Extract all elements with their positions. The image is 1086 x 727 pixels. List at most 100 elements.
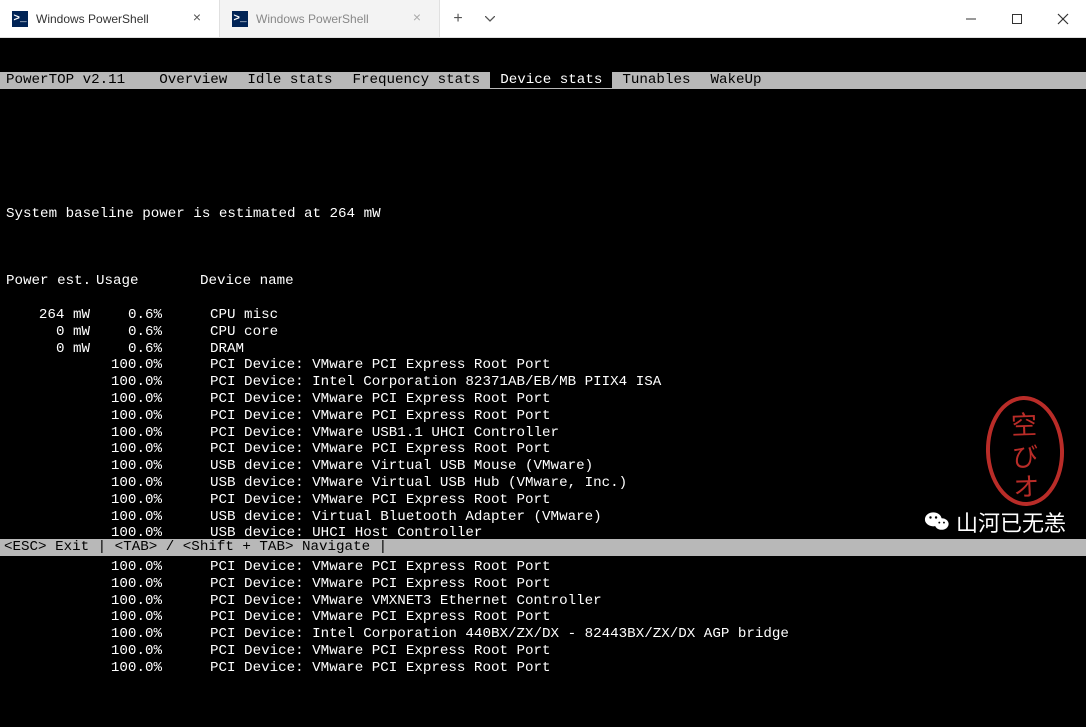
powertop-menu-wakeup[interactable]: WakeUp: [700, 72, 771, 89]
cell-power: [6, 660, 96, 677]
cell-power: [6, 509, 96, 526]
cell-power: [6, 357, 96, 374]
cell-power: [6, 576, 96, 593]
powertop-menu-frequency-stats[interactable]: Frequency stats: [342, 72, 490, 89]
cell-usage: 100.0%: [96, 408, 162, 425]
table-row: 100.0%USB device: Virtual Bluetooth Adap…: [6, 509, 1080, 526]
col-name-header: Device name: [162, 273, 294, 290]
table-row: 100.0%PCI Device: VMware PCI Express Roo…: [6, 357, 1080, 374]
table-row: 100.0%PCI Device: VMware USB1.1 UHCI Con…: [6, 425, 1080, 442]
powershell-icon: >_: [232, 11, 248, 27]
cell-usage: 100.0%: [96, 425, 162, 442]
cell-power: [6, 391, 96, 408]
minimize-button[interactable]: [948, 0, 994, 37]
cell-usage: 100.0%: [96, 357, 162, 374]
close-icon[interactable]: ×: [407, 11, 427, 27]
cell-power: [6, 458, 96, 475]
cell-device-name: PCI Device: VMware PCI Express Root Port: [162, 441, 551, 458]
new-tab-button[interactable]: +: [440, 0, 476, 37]
blank-line: [6, 240, 1080, 257]
cell-power: 264 mW: [6, 307, 96, 324]
cell-usage: 100.0%: [96, 593, 162, 610]
cell-device-name: PCI Device: VMware PCI Express Root Port: [162, 492, 551, 509]
window-titlebar: >_ Windows PowerShell × >_ Windows Power…: [0, 0, 1086, 38]
cell-usage: 100.0%: [96, 559, 162, 576]
powertop-menubar: PowerTOP v2.11 OverviewIdle statsFrequen…: [0, 72, 1086, 89]
table-row: 100.0%PCI Device: Intel Corporation 440B…: [6, 626, 1080, 643]
close-window-button[interactable]: [1040, 0, 1086, 37]
tab-powershell-2[interactable]: >_ Windows PowerShell ×: [220, 0, 440, 37]
cell-power: [6, 425, 96, 442]
cell-device-name: PCI Device: VMware PCI Express Root Port: [162, 357, 551, 374]
powershell-icon: >_: [12, 11, 28, 27]
cell-device-name: USB device: Virtual Bluetooth Adapter (V…: [162, 509, 602, 526]
baseline-text: System baseline power is estimated at 26…: [6, 206, 1080, 223]
table-header: Power est.UsageDevice name: [6, 273, 1080, 290]
cell-usage: 100.0%: [96, 643, 162, 660]
powertop-menu-overview[interactable]: Overview: [149, 72, 237, 89]
powertop-menu-tunables[interactable]: Tunables: [612, 72, 700, 89]
cell-device-name: USB device: VMware Virtual USB Hub (VMwa…: [162, 475, 627, 492]
powertop-menu-device-stats[interactable]: Device stats: [490, 72, 612, 89]
cell-device-name: PCI Device: VMware USB1.1 UHCI Controlle…: [162, 425, 559, 442]
table-row: 100.0%PCI Device: VMware PCI Express Roo…: [6, 643, 1080, 660]
cell-device-name: CPU core: [162, 324, 278, 341]
close-icon[interactable]: ×: [187, 11, 207, 27]
cell-usage: 0.6%: [96, 307, 162, 324]
table-row: 100.0%PCI Device: VMware PCI Express Roo…: [6, 441, 1080, 458]
red-seal-stamp: 空 び オ: [984, 395, 1066, 508]
cell-usage: 100.0%: [96, 576, 162, 593]
cell-power: [6, 626, 96, 643]
blank-line: [6, 139, 1080, 156]
cell-device-name: PCI Device: VMware PCI Express Root Port: [162, 559, 551, 576]
cell-usage: 0.6%: [96, 324, 162, 341]
table-row: 100.0%USB device: VMware Virtual USB Mou…: [6, 458, 1080, 475]
cell-device-name: PCI Device: VMware PCI Express Root Port: [162, 391, 551, 408]
powertop-content: System baseline power is estimated at 26…: [0, 122, 1086, 710]
cell-usage: 100.0%: [96, 374, 162, 391]
svg-text:空: 空: [1011, 411, 1038, 441]
table-row: 100.0%PCI Device: VMware VMXNET3 Etherne…: [6, 593, 1080, 610]
cell-usage: 100.0%: [96, 475, 162, 492]
tab-dropdown[interactable]: [476, 0, 504, 37]
table-row: 100.0%USB device: VMware Virtual USB Hub…: [6, 475, 1080, 492]
cell-power: [6, 374, 96, 391]
cell-power: [6, 559, 96, 576]
table-row: 100.0%PCI Device: VMware PCI Express Roo…: [6, 492, 1080, 509]
cell-device-name: CPU misc: [162, 307, 278, 324]
table-row: 100.0%PCI Device: VMware PCI Express Roo…: [6, 660, 1080, 677]
cell-usage: 100.0%: [96, 660, 162, 677]
cell-device-name: PCI Device: VMware PCI Express Root Port: [162, 609, 551, 626]
table-row: 100.0%PCI Device: VMware PCI Express Roo…: [6, 391, 1080, 408]
cell-device-name: USB device: VMware Virtual USB Mouse (VM…: [162, 458, 593, 475]
tab-title: Windows PowerShell: [36, 12, 179, 26]
table-row: 100.0%PCI Device: VMware PCI Express Roo…: [6, 559, 1080, 576]
cell-device-name: PCI Device: VMware PCI Express Root Port: [162, 576, 551, 593]
table-row: 0 mW0.6%DRAM: [6, 341, 1080, 358]
cell-device-name: PCI Device: Intel Corporation 82371AB/EB…: [162, 374, 661, 391]
cell-power: [6, 441, 96, 458]
powertop-menu-idle-stats[interactable]: Idle stats: [237, 72, 342, 89]
maximize-button[interactable]: [994, 0, 1040, 37]
cell-usage: 100.0%: [96, 509, 162, 526]
table-row: 264 mW0.6%CPU misc: [6, 307, 1080, 324]
wechat-icon: [924, 511, 950, 533]
tab-title: Windows PowerShell: [256, 12, 399, 26]
cell-power: 0 mW: [6, 341, 96, 358]
cell-device-name: PCI Device: Intel Corporation 440BX/ZX/D…: [162, 626, 789, 643]
cell-usage: 100.0%: [96, 609, 162, 626]
powertop-version: PowerTOP v2.11: [0, 72, 149, 89]
table-row: 100.0%PCI Device: VMware PCI Express Roo…: [6, 408, 1080, 425]
tab-powershell-1[interactable]: >_ Windows PowerShell ×: [0, 0, 220, 37]
cell-usage: 0.6%: [96, 341, 162, 358]
powertop-footer: <ESC> Exit | <TAB> / <Shift + TAB> Navig…: [0, 539, 1086, 556]
svg-text:オ: オ: [1013, 473, 1040, 503]
table-row: 100.0%PCI Device: VMware PCI Express Roo…: [6, 576, 1080, 593]
cell-usage: 100.0%: [96, 458, 162, 475]
cell-power: [6, 609, 96, 626]
col-usage-header: Usage: [96, 273, 162, 290]
cell-device-name: PCI Device: VMware PCI Express Root Port: [162, 660, 551, 677]
watermark-text: 山河已无恙: [956, 506, 1066, 538]
cell-power: [6, 643, 96, 660]
terminal-output[interactable]: PowerTOP v2.11 OverviewIdle statsFrequen…: [0, 38, 1086, 727]
